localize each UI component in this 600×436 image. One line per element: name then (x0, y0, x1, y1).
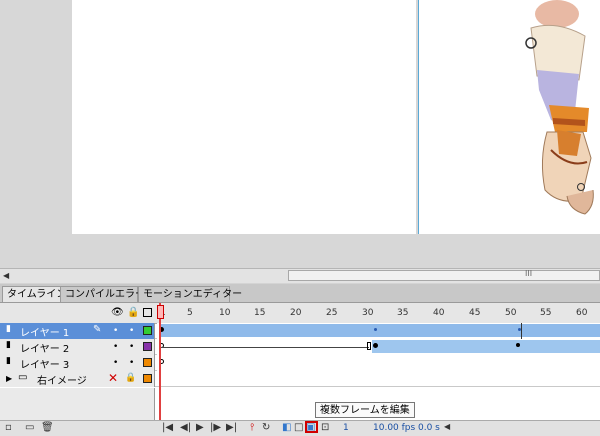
new-folder-icon[interactable]: ▭ (25, 422, 34, 433)
ruler-label: 15 (254, 308, 266, 318)
trash-icon[interactable]: 🗑 (41, 422, 54, 433)
hidden-x-icon[interactable]: ✕ (108, 371, 118, 385)
center-frame-icon[interactable]: ⫯ (250, 422, 254, 433)
timeline-controls: ▫ ▭ 🗑 |◀ ◀| ▶ |▶ ▶| ⫯ ↻ ◧ □ ▣ ⊡ 1 10.00 … (0, 420, 600, 436)
stage[interactable] (72, 0, 416, 234)
new-layer-icon[interactable]: ▫ (5, 422, 12, 433)
playhead[interactable] (159, 303, 161, 420)
timeline-panel: 👁 🔒 1 5 10 15 20 25 30 35 40 45 50 55 60… (0, 303, 600, 420)
playhead-handle[interactable] (157, 305, 164, 319)
prev-frame-icon[interactable]: ◀| (180, 422, 191, 433)
layer-row[interactable]: ▶ ▭ 右イメージ ✕ 🔒 (0, 371, 600, 387)
character-illustration (525, 0, 594, 215)
frame-rate[interactable]: 10.00 fps (373, 423, 415, 433)
character-image[interactable] (418, 0, 600, 234)
lock-icon[interactable]: 🔒 (127, 307, 139, 318)
ruler-label: 5 (187, 308, 193, 318)
layer-frames[interactable] (157, 355, 600, 371)
visibility-dot[interactable]: • (113, 342, 118, 352)
onion-skin-icon[interactable]: ◧ (282, 422, 291, 433)
ruler-label: 60 (576, 308, 588, 318)
layer-name: レイヤー 2 (20, 344, 70, 355)
scroll-thumb[interactable]: III (288, 269, 600, 281)
stage-area (0, 0, 600, 268)
onion-outline-icon[interactable]: □ (294, 422, 303, 433)
frame-span-line (160, 347, 369, 348)
ruler-label: 10 (219, 308, 231, 318)
layer-color-swatch[interactable] (143, 358, 152, 367)
frame-end-marker (367, 342, 371, 350)
keyframe[interactable] (373, 343, 378, 348)
layer-header[interactable]: ▮ レイヤー 2 • • (0, 339, 155, 355)
first-frame-icon[interactable]: |◀ (162, 422, 173, 433)
ruler-label: 25 (326, 308, 338, 318)
scroll-left-icon[interactable]: ◀ (444, 422, 450, 431)
layer-icon: ▮ (6, 356, 11, 366)
edit-multiple-frames-highlight (305, 421, 318, 433)
horizontal-scrollbar[interactable]: ◀ III (0, 268, 600, 283)
ruler-label: 55 (540, 308, 552, 318)
expand-arrow-icon[interactable]: ▶ (6, 374, 12, 383)
folder-icon: ▭ (18, 372, 28, 383)
keyframe[interactable] (374, 328, 377, 331)
layer-name: レイヤー 1 (20, 328, 70, 339)
tab-timeline[interactable]: タイムライン (2, 286, 66, 302)
onion-markers-icon[interactable]: ⊡ (321, 422, 329, 433)
layer-header[interactable]: ▮ レイヤー 1 ✎ • • (0, 323, 155, 339)
tween-span (372, 340, 600, 353)
timeline-header: 👁 🔒 1 5 10 15 20 25 30 35 40 45 50 55 60 (0, 303, 600, 324)
layer-color-swatch[interactable] (143, 326, 152, 335)
next-frame-icon[interactable]: |▶ (210, 422, 221, 433)
layer-color-swatch[interactable] (143, 374, 152, 383)
lock-dot[interactable]: • (129, 358, 134, 368)
layer-icon: ▮ (6, 340, 11, 350)
lock-dot[interactable]: • (129, 326, 134, 336)
pencil-icon: ✎ (93, 324, 102, 335)
ruler-label: 40 (433, 308, 445, 318)
tab-compile-errors[interactable]: コンパイルエラー (60, 286, 145, 302)
tab-motion-editor[interactable]: モーションエディター (138, 286, 242, 302)
layer-color-swatch[interactable] (143, 342, 152, 351)
scroll-left-icon[interactable]: ◀ (3, 269, 13, 283)
eye-icon[interactable]: 👁 (111, 307, 124, 318)
visibility-dot[interactable]: • (113, 326, 118, 336)
lock-icon[interactable]: 🔒 (125, 373, 136, 383)
last-frame-icon[interactable]: ▶| (226, 422, 237, 433)
loop-icon[interactable]: ↻ (262, 422, 270, 433)
folder-name: 右イメージ (37, 376, 87, 387)
frame-marker (521, 323, 522, 339)
layer-frames[interactable] (157, 323, 600, 339)
visibility-dot[interactable]: • (113, 358, 118, 368)
keyframe[interactable] (516, 343, 520, 347)
layer-list-empty (0, 388, 155, 420)
ruler-label: 20 (290, 308, 302, 318)
ruler-label: 35 (397, 308, 409, 318)
current-frame[interactable]: 1 (343, 423, 349, 433)
layer-frames[interactable] (157, 339, 600, 355)
layer-row[interactable]: ▮ レイヤー 3 • • (0, 355, 600, 371)
layer-header[interactable]: ▶ ▭ 右イメージ ✕ 🔒 (0, 371, 155, 387)
layer-row[interactable]: ▮ レイヤー 1 ✎ • • (0, 323, 600, 339)
ruler-label: 45 (469, 308, 481, 318)
play-icon[interactable]: ▶ (196, 422, 204, 433)
layer-header[interactable]: ▮ レイヤー 3 • • (0, 355, 155, 371)
layer-row[interactable]: ▮ レイヤー 2 • • (0, 339, 600, 355)
outline-icon[interactable] (143, 308, 152, 317)
ruler-label: 50 (505, 308, 517, 318)
layer-icon: ▮ (6, 324, 11, 334)
scroll-grip: III (525, 269, 533, 278)
tween-span (159, 324, 600, 337)
tooltip: 複数フレームを編集 (315, 402, 415, 418)
lock-dot[interactable]: • (129, 342, 134, 352)
elapsed-time: 0.0 s (418, 423, 440, 433)
layer-name: レイヤー 3 (20, 360, 70, 371)
ruler-label: 30 (362, 308, 374, 318)
panel-tabs: タイムライン コンパイルエラー モーションエディター (0, 284, 600, 303)
